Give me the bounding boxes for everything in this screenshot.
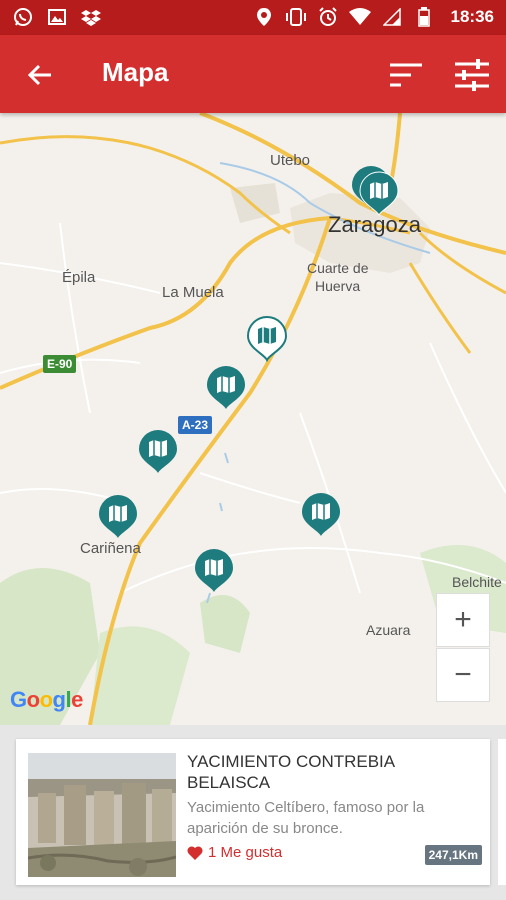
place-card-carousel[interactable]: YACIMIENTO CONTREBIA BELAISCA Yacimiento… [0,725,506,900]
place-card-description: Yacimiento Celtíbero, famoso por la apar… [187,799,425,837]
alarm-icon [317,6,339,28]
road-shield-a23: A-23 [178,416,213,434]
location-icon [253,6,275,28]
app-bar: Mapa [0,35,506,113]
map-marker[interactable] [300,492,342,538]
map-marker[interactable] [193,548,235,594]
zoom-out-button[interactable]: − [436,648,490,702]
likes-count: 1 Me gusta [208,844,283,861]
map-marker[interactable] [137,429,179,475]
distance-badge: 247,1Km [424,845,482,865]
zoom-in-button[interactable]: + [436,593,490,647]
sort-button[interactable] [386,55,426,95]
dropbox-icon [80,6,102,28]
place-label-belchite: Belchite [452,574,502,590]
place-label-carinena: Cariñena [80,540,141,557]
like-button[interactable]: 1 Me gusta [187,844,282,861]
place-label-cuarte-1: Cuarte de [307,260,369,276]
wifi-icon [348,6,371,28]
whatsapp-icon [12,6,34,28]
heart-icon [187,846,203,860]
map-base [0,113,506,725]
map-view[interactable]: Utebo Zaragoza Cuarte de Huerva Épila La… [0,113,506,725]
clock-time: 18:36 [450,7,494,26]
signal-icon [381,6,403,28]
place-label-utebo: Utebo [270,152,311,169]
place-label-cuarte-2: Huerva [315,278,361,294]
image-icon [46,6,68,28]
filter-sliders-icon [455,59,489,91]
place-label-epila: Épila [62,269,96,286]
google-logo: Google [10,687,83,712]
place-label-azuara: Azuara [366,622,411,638]
next-card-peek[interactable] [498,739,506,885]
map-marker[interactable] [97,494,139,540]
page-title: Mapa [102,57,169,87]
filter-button[interactable] [452,55,492,95]
arrow-back-icon [27,64,51,86]
place-label-la-muela: La Muela [162,284,224,301]
map-marker-zaragoza[interactable] [358,171,400,217]
map-marker[interactable] [205,365,247,411]
place-thumbnail [28,753,176,877]
battery-icon [413,6,435,28]
sort-icon [390,63,422,87]
vibrate-icon [285,6,307,28]
place-card-title: YACIMIENTO CONTREBIA BELAISCA [187,752,395,792]
map-marker-selected[interactable] [246,316,288,363]
place-card[interactable]: YACIMIENTO CONTREBIA BELAISCA Yacimiento… [16,739,490,885]
road-shield-e90: E-90 [43,355,77,373]
back-button[interactable] [22,57,58,93]
status-bar: 18:36 [0,0,506,35]
